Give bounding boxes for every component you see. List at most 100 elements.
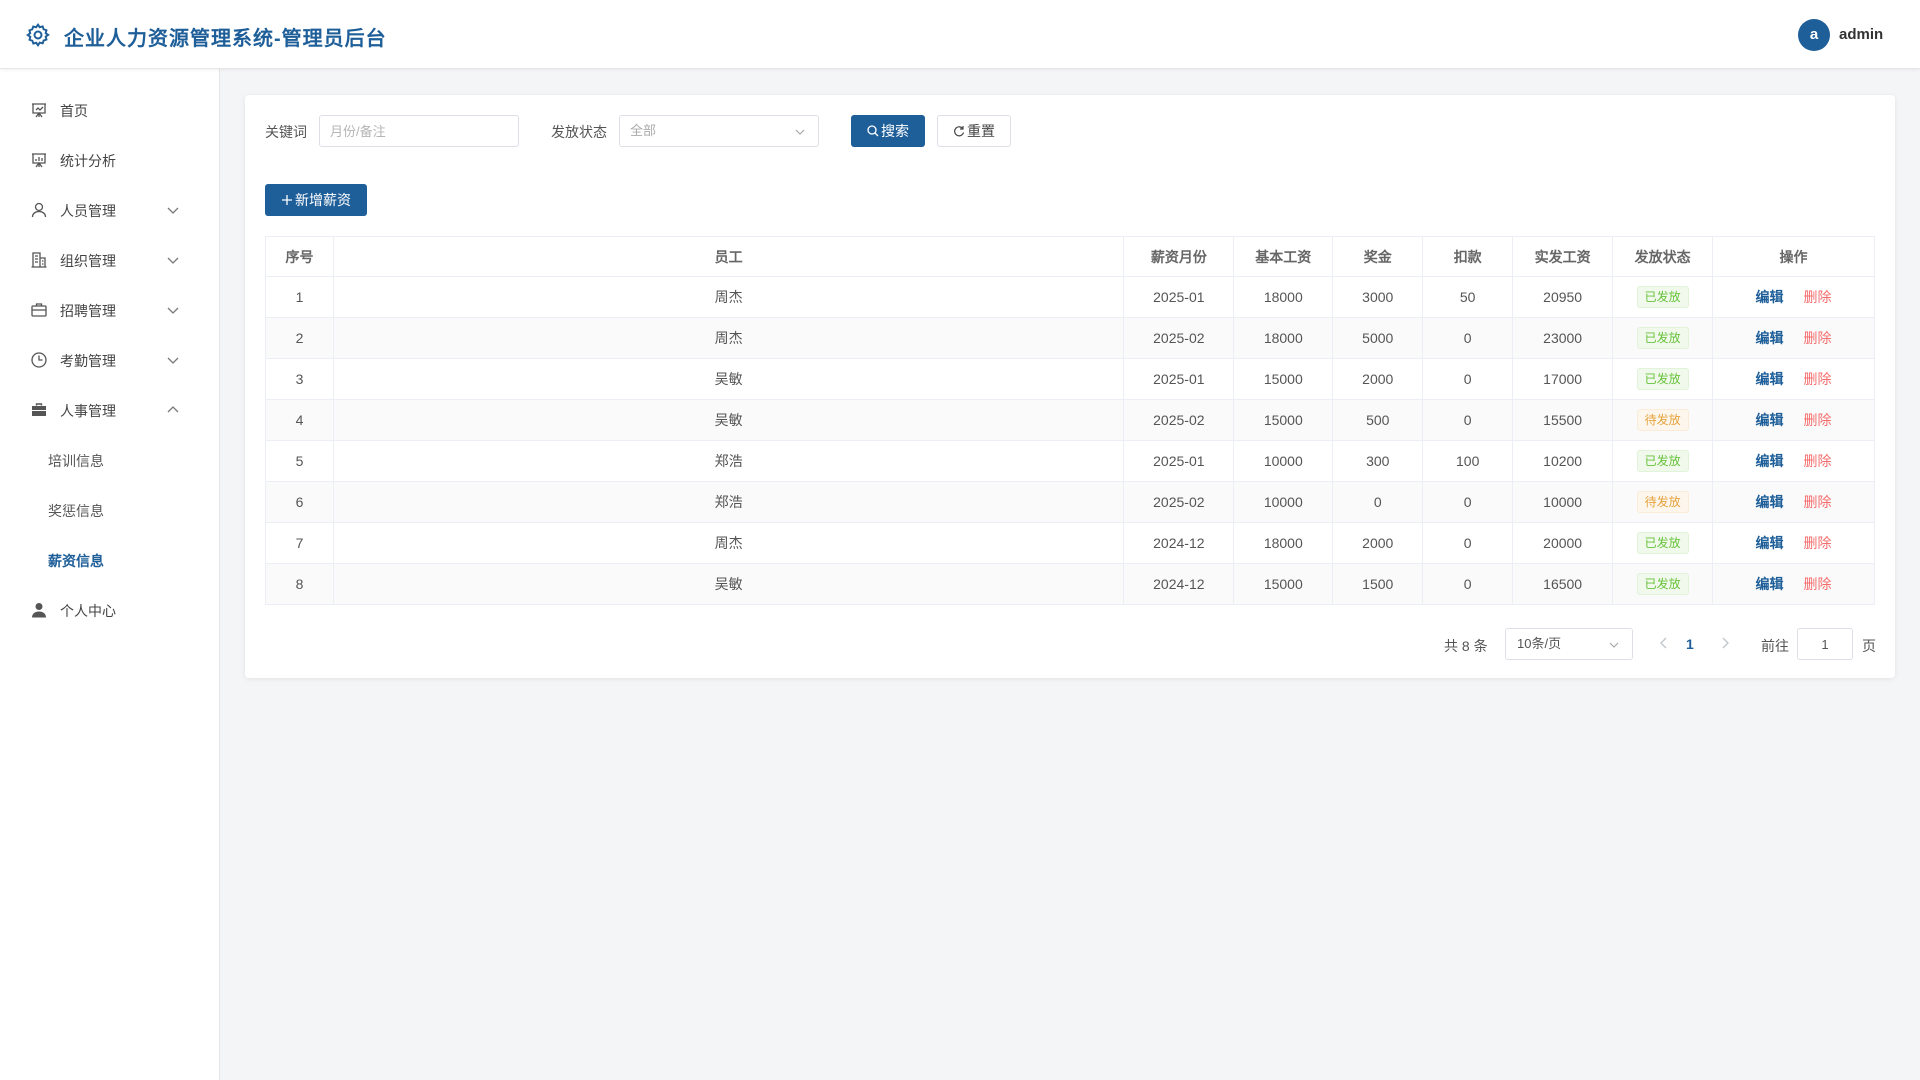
cell-status: 已发放 — [1612, 440, 1714, 482]
chevron-down-icon — [795, 129, 805, 135]
edit-button[interactable]: 编辑 — [1756, 412, 1784, 428]
gear-icon — [26, 23, 50, 48]
edit-button[interactable]: 编辑 — [1756, 453, 1784, 469]
edit-button[interactable]: 编辑 — [1756, 535, 1784, 551]
cell-month: 2025-01 — [1123, 276, 1235, 318]
status-select[interactable]: 全部 — [619, 115, 819, 147]
cell-bonus: 5000 — [1332, 317, 1424, 359]
search-button-label: 搜索 — [881, 123, 909, 139]
search-button[interactable]: 搜索 — [851, 115, 925, 147]
sidebar-subitem-training[interactable]: 培训信息 — [0, 435, 219, 485]
sidebar-item-home[interactable]: 首页 — [0, 85, 219, 135]
cell-status: 待发放 — [1612, 481, 1714, 523]
cell-month: 2024-12 — [1123, 563, 1235, 605]
sidebar-item-personal-center[interactable]: 个人中心 — [0, 585, 219, 635]
chevron-down-icon — [167, 207, 179, 214]
top-header: 企业人力资源管理系统-管理员后台 a admin — [0, 0, 1920, 69]
cell-deduction: 0 — [1422, 481, 1514, 523]
cell-month: 2025-02 — [1123, 399, 1235, 441]
header-base-salary: 基本工资 — [1233, 236, 1334, 277]
edit-button[interactable]: 编辑 — [1756, 494, 1784, 510]
edit-button[interactable]: 编辑 — [1756, 371, 1784, 387]
cell-status: 已发放 — [1612, 522, 1714, 564]
edit-button[interactable]: 编辑 — [1756, 576, 1784, 592]
cell-no: 1 — [265, 276, 334, 318]
next-page-icon[interactable] — [1718, 635, 1732, 651]
cell-actual: 16500 — [1512, 563, 1614, 605]
goto-suffix: 页 — [1862, 638, 1876, 654]
delete-button[interactable]: 删除 — [1804, 412, 1832, 428]
sidebar-item-statistics[interactable]: 统计分析 — [0, 135, 219, 185]
sidebar-subitem-rewards[interactable]: 奖惩信息 — [0, 485, 219, 535]
delete-button[interactable]: 删除 — [1804, 289, 1832, 305]
office-building-icon — [31, 252, 47, 268]
username[interactable]: admin — [1839, 26, 1883, 43]
edit-button[interactable]: 编辑 — [1756, 330, 1784, 346]
sidebar: 首页 统计分析 人员管理 组织管理 招聘管理 考勤管理 人事管理 培训信息 奖惩… — [0, 69, 220, 1080]
page-size-select[interactable]: 10条/页 — [1505, 628, 1633, 660]
table-row: 5 郑浩 2025-01 10000 300 100 10200 已发放 编辑 删… — [265, 440, 1875, 482]
cell-base: 15000 — [1233, 358, 1334, 400]
cell-base: 10000 — [1233, 481, 1334, 523]
table-header-row: 序号 员工 薪资月份 基本工资 奖金 扣款 实发工资 发放状态 操作 — [265, 236, 1875, 277]
sidebar-subitem-salary[interactable]: 薪资信息 — [0, 535, 219, 585]
add-salary-button[interactable]: 新增薪资 — [265, 184, 367, 216]
delete-button[interactable]: 删除 — [1804, 330, 1832, 346]
refresh-icon — [954, 126, 965, 137]
cell-actions: 编辑 删除 — [1712, 358, 1875, 400]
cell-base: 18000 — [1233, 522, 1334, 564]
status-badge: 待发放 — [1636, 491, 1689, 513]
sidebar-item-attendance[interactable]: 考勤管理 — [0, 335, 219, 385]
avatar[interactable]: a — [1798, 19, 1830, 51]
sidebar-item-hr-affairs[interactable]: 人事管理 — [0, 385, 219, 435]
briefcase-icon — [31, 303, 47, 317]
sidebar-subitem-label: 奖惩信息 — [48, 503, 104, 519]
keyword-label: 关键词 — [265, 124, 307, 140]
app-title: 企业人力资源管理系统-管理员后台 — [64, 28, 387, 50]
cell-status: 已发放 — [1612, 358, 1714, 400]
cell-base: 15000 — [1233, 399, 1334, 441]
header-actual-salary: 实发工资 — [1512, 236, 1614, 277]
header-actions: 操作 — [1712, 236, 1875, 277]
goto-page-input[interactable] — [1797, 628, 1853, 660]
suitcase-icon — [32, 403, 46, 416]
sidebar-item-organization[interactable]: 组织管理 — [0, 235, 219, 285]
cell-no: 3 — [265, 358, 334, 400]
cell-status: 已发放 — [1612, 276, 1714, 318]
cell-base: 10000 — [1233, 440, 1334, 482]
delete-button[interactable]: 删除 — [1804, 371, 1832, 387]
cell-actual: 23000 — [1512, 317, 1614, 359]
sidebar-item-recruitment[interactable]: 招聘管理 — [0, 285, 219, 335]
cell-no: 6 — [265, 481, 334, 523]
chart-board-icon — [32, 153, 46, 168]
cell-no: 7 — [265, 522, 334, 564]
status-badge: 已发放 — [1636, 368, 1689, 390]
delete-button[interactable]: 删除 — [1804, 494, 1832, 510]
cell-employee: 吴敏 — [332, 563, 1125, 605]
keyword-input[interactable] — [319, 115, 519, 147]
cell-month: 2024-12 — [1123, 522, 1235, 564]
add-salary-button-label: 新增薪资 — [295, 192, 351, 208]
cell-month: 2025-02 — [1123, 317, 1235, 359]
reset-button[interactable]: 重置 — [937, 115, 1011, 147]
status-badge: 已发放 — [1636, 327, 1689, 349]
chevron-down-icon — [167, 357, 179, 364]
status-badge: 已发放 — [1636, 532, 1689, 554]
status-select-value: 全部 — [630, 123, 657, 138]
chevron-down-icon — [167, 307, 179, 314]
prev-page-icon[interactable] — [1657, 635, 1671, 651]
delete-button[interactable]: 删除 — [1804, 535, 1832, 551]
cell-actions: 编辑 删除 — [1712, 399, 1875, 441]
plus-icon — [282, 195, 292, 205]
pagination-total: 共 8 条 — [1444, 638, 1488, 654]
delete-button[interactable]: 删除 — [1804, 453, 1832, 469]
delete-button[interactable]: 删除 — [1804, 576, 1832, 592]
edit-button[interactable]: 编辑 — [1756, 289, 1784, 305]
cell-status: 待发放 — [1612, 399, 1714, 441]
cell-actions: 编辑 删除 — [1712, 440, 1875, 482]
cell-actual: 15500 — [1512, 399, 1614, 441]
page-number-current[interactable]: 1 — [1686, 636, 1694, 652]
sidebar-item-personnel[interactable]: 人员管理 — [0, 185, 219, 235]
salary-card: 关键词 发放状态 全部 搜索 重置 新增薪资 序号 员工 薪资月份 基本工资 奖… — [245, 95, 1895, 678]
cell-deduction: 0 — [1422, 358, 1514, 400]
